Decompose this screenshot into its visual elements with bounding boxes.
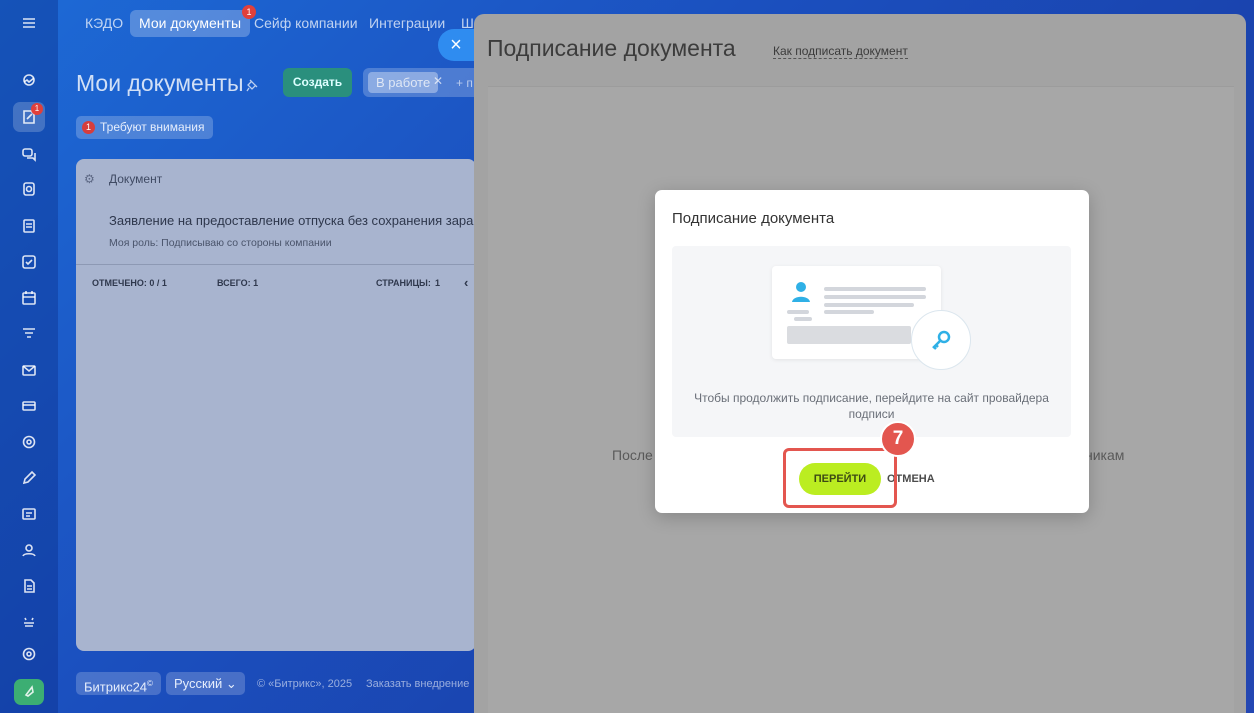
footer-copyright: © «Битрикс», 2025 bbox=[257, 678, 353, 690]
mail-icon[interactable] bbox=[13, 355, 45, 385]
grid-total-count: ВСЕГО: 1 bbox=[217, 278, 259, 288]
menu-icon[interactable] bbox=[13, 8, 45, 38]
tasks-icon[interactable] bbox=[13, 247, 45, 277]
funnel-icon[interactable] bbox=[13, 319, 45, 349]
document-row-role: Моя роль: Подписываю со стороны компании bbox=[109, 237, 332, 249]
step-highlight-frame bbox=[783, 448, 897, 508]
robot-icon[interactable] bbox=[13, 607, 45, 637]
dialog-illustration-area: Чтобы продолжить подписание, перейдите н… bbox=[672, 246, 1071, 437]
notes-icon[interactable] bbox=[13, 211, 45, 241]
target-icon[interactable] bbox=[13, 427, 45, 457]
language-select[interactable]: Русский ⌄ bbox=[166, 672, 245, 695]
filter-add[interactable]: + п bbox=[456, 76, 473, 90]
filter-chip-close-icon[interactable]: ✕ bbox=[433, 74, 443, 88]
slider-background-text-right: никам bbox=[1085, 447, 1125, 463]
grid-marked-count: ОТМЕЧЕНО: 0 / 1 bbox=[92, 278, 167, 288]
sidebar-badge: 1 bbox=[31, 103, 43, 115]
users-icon[interactable] bbox=[13, 535, 45, 565]
close-slider-button[interactable]: × bbox=[438, 29, 474, 61]
grid-pages-label: СТРАНИЦЫ: bbox=[376, 278, 431, 288]
language-value: Русский bbox=[174, 676, 223, 691]
grid-settings-icon[interactable]: ⚙ bbox=[84, 172, 95, 186]
pagination-prev-icon[interactable]: ‹ bbox=[464, 275, 468, 290]
documents-sign-icon[interactable]: 1 bbox=[13, 102, 45, 132]
step-number-badge: 7 bbox=[880, 421, 916, 457]
column-header-document[interactable]: Документ bbox=[109, 172, 162, 186]
settings-gear-icon[interactable] bbox=[13, 639, 45, 669]
id-card-icon[interactable] bbox=[13, 499, 45, 529]
filter-chip-in-work[interactable]: В работе bbox=[368, 72, 439, 93]
document-row-title[interactable]: Заявление на предоставление отпуска без … bbox=[109, 213, 484, 228]
footer-order-link[interactable]: Заказать внедрение bbox=[366, 678, 469, 690]
tab-my-documents-label: Мои документы bbox=[139, 15, 242, 31]
slider-title: Подписание документа bbox=[487, 35, 736, 61]
left-sidebar: 1 bbox=[0, 0, 58, 713]
pen-icon[interactable] bbox=[13, 463, 45, 493]
tab-company-safe[interactable]: Сейф компании bbox=[245, 10, 367, 37]
dialog-message: Чтобы продолжить подписание, перейдите н… bbox=[694, 391, 1049, 421]
chevron-down-icon: ⌄ bbox=[225, 676, 237, 691]
footer-brand-mark: © bbox=[147, 679, 153, 688]
page-title: Мои документы bbox=[76, 70, 244, 96]
how-to-sign-link[interactable]: Как подписать документ bbox=[773, 44, 908, 59]
attention-label: Требуют внимания bbox=[100, 120, 205, 134]
grid-divider bbox=[76, 264, 476, 265]
grid-pages-value: 1 bbox=[435, 278, 441, 288]
tab-integrations[interactable]: Интеграции bbox=[360, 10, 454, 37]
attention-filter[interactable]: 1 Требуют внимания bbox=[76, 116, 213, 139]
attention-count: 1 bbox=[82, 121, 95, 134]
footer-brand[interactable]: Битрикс24© bbox=[76, 672, 161, 695]
signature-placeholder bbox=[787, 326, 911, 344]
pin-icon[interactable] bbox=[245, 78, 259, 92]
camera-icon[interactable] bbox=[13, 174, 45, 204]
rocket-icon[interactable] bbox=[14, 679, 44, 705]
documents-grid bbox=[76, 159, 476, 651]
create-button[interactable]: Создать bbox=[283, 68, 352, 97]
footer-brand-text: Битрикс24 bbox=[84, 679, 148, 695]
chat-icon[interactable] bbox=[13, 139, 45, 169]
calendar-icon[interactable] bbox=[13, 283, 45, 313]
slider-background-text-left: После bbox=[612, 447, 653, 463]
tab-my-documents[interactable]: Мои документы 1 bbox=[130, 5, 257, 37]
person-icon bbox=[792, 282, 810, 302]
key-icon bbox=[911, 310, 971, 370]
tab-kedo[interactable]: КЭДО bbox=[76, 10, 132, 37]
file-icon[interactable] bbox=[13, 571, 45, 601]
pulse-icon[interactable] bbox=[13, 65, 45, 95]
dialog-title: Подписание документа bbox=[672, 210, 835, 227]
card-icon[interactable] bbox=[13, 391, 45, 421]
